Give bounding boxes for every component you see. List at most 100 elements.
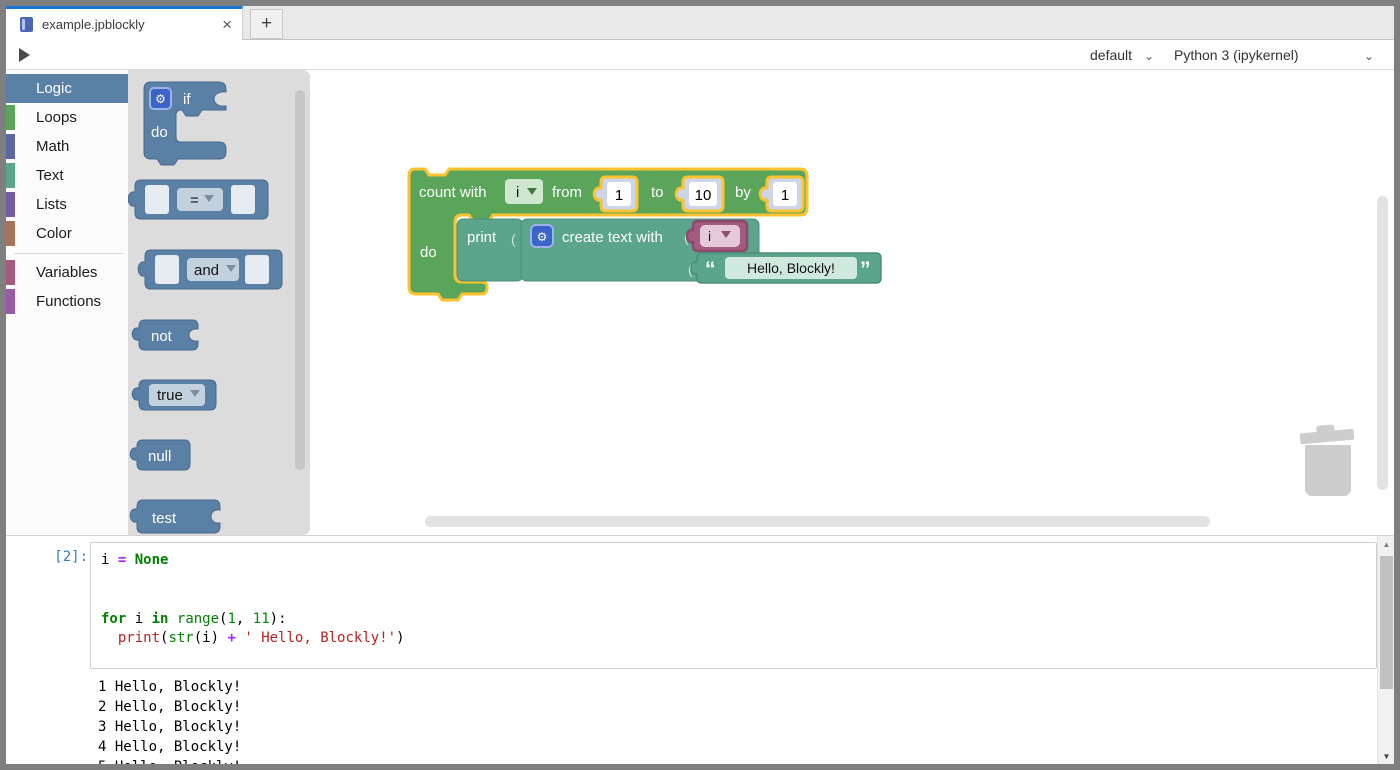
workspace-vscrollbar[interactable] <box>1377 196 1388 490</box>
operator-value: and <box>194 262 219 279</box>
tab-title: example.jpblockly <box>42 17 222 32</box>
category-color-chip <box>6 260 15 285</box>
toolbox-category-math[interactable]: Math <box>6 132 128 161</box>
blockly-flyout: ⚙ if do = and not true <box>128 70 310 535</box>
toolbox-category-lists[interactable]: Lists <box>6 190 128 219</box>
to-label: to <box>651 184 664 201</box>
close-icon[interactable]: × <box>222 16 232 33</box>
variable-i-block[interactable]: i <box>687 221 747 251</box>
toolbox-category-loops[interactable]: Loops <box>6 103 128 132</box>
value-socket <box>231 185 255 214</box>
panel-scrollbar[interactable]: ▲ ▼ <box>1377 536 1394 765</box>
blockly-file-icon <box>20 17 33 32</box>
trash-lid <box>1300 429 1355 445</box>
category-color-chip <box>6 105 15 130</box>
from-label: from <box>552 184 582 201</box>
trash-body <box>1305 445 1351 496</box>
count-with-label: count with <box>419 184 487 201</box>
and-block[interactable]: and <box>142 248 288 294</box>
variable-dropdown[interactable] <box>700 225 740 247</box>
test-block[interactable]: test <box>134 498 228 535</box>
text-string-block[interactable]: “ Hello, Blockly! ” <box>691 253 881 283</box>
toolbox-category-functions[interactable]: Functions <box>6 287 128 316</box>
output-line: 3 Hello, Blockly! <box>98 717 241 737</box>
tab-example-jpblockly[interactable]: example.jpblockly × <box>6 6 243 40</box>
tab-bar: example.jpblockly × + <box>6 6 1394 40</box>
svg-text:1: 1 <box>781 187 789 204</box>
output-line: 1 Hello, Blockly! <box>98 677 241 697</box>
toolbox-category-text[interactable]: Text <box>6 161 128 190</box>
output-line: 2 Hello, Blockly! <box>98 697 241 717</box>
chevron-down-icon[interactable]: ⌄ <box>1144 49 1154 63</box>
scrollbar-thumb[interactable] <box>1380 556 1393 689</box>
code-cell-input[interactable]: i = None for i in range(1, 11): print(st… <box>90 542 1377 669</box>
if-label: if <box>183 91 191 108</box>
value-socket <box>145 185 169 214</box>
print-label: print <box>467 229 497 246</box>
toolbox-separator <box>14 253 124 254</box>
toolbox-category-color[interactable]: Color <box>6 219 128 248</box>
test-label: test <box>152 510 177 527</box>
run-icon[interactable] <box>19 48 30 62</box>
do-label: do <box>151 124 168 141</box>
value-socket <box>245 255 269 284</box>
cell-panel: [2]: i = None for i in range(1, 11): pri… <box>6 535 1394 764</box>
category-color-chip <box>6 192 15 217</box>
workspace-program[interactable]: count with i from 1 to 10 by 1 do print … <box>405 165 895 307</box>
blockly-toolbox: Logic Loops Math Text Lists Color Variab… <box>6 70 128 535</box>
scroll-down-icon[interactable]: ▼ <box>1378 748 1395 765</box>
trash-can-icon[interactable] <box>1300 424 1356 496</box>
scroll-up-icon[interactable]: ▲ <box>1378 536 1395 553</box>
operator-value: = <box>190 192 199 209</box>
null-label: null <box>148 448 171 465</box>
mode-selector[interactable]: default <box>1090 47 1132 63</box>
svg-text:1: 1 <box>615 187 623 204</box>
category-color-chip <box>6 76 15 101</box>
code-line: print(str(i) + ' Hello, Blockly!') <box>101 629 1366 649</box>
number-block-from[interactable]: 1 <box>594 177 637 211</box>
execution-prompt: [2]: <box>36 549 88 565</box>
app-window: example.jpblockly × + default ⌄ Python 3… <box>0 0 1400 770</box>
code-line <box>101 590 1366 610</box>
kernel-chevron-down-icon[interactable]: ⌄ <box>1364 49 1374 63</box>
by-label: by <box>735 184 751 201</box>
new-tab-button[interactable]: + <box>250 9 283 39</box>
close-quote-icon: ” <box>860 258 871 281</box>
loop-variable-dropdown[interactable] <box>505 179 543 204</box>
number-block-to[interactable]: 10 <box>676 177 723 211</box>
category-color-chip <box>6 163 15 188</box>
notebook-toolbar: default ⌄ Python 3 (ipykernel) ⌄ <box>6 40 1394 70</box>
boolean-value: true <box>157 387 183 404</box>
workspace-hscrollbar[interactable] <box>425 516 1210 527</box>
svg-text:10: 10 <box>695 187 712 204</box>
output-line: 5 Hello, Blockly! <box>98 757 241 770</box>
operator-dropdown[interactable] <box>177 188 223 211</box>
flyout-scrollbar[interactable] <box>295 90 305 470</box>
compare-block[interactable]: = <box>132 178 274 224</box>
loop-variable-value: i <box>516 184 519 201</box>
category-color-chip <box>6 221 15 246</box>
toolbox-category-logic[interactable]: Logic <box>6 74 128 103</box>
gear-glyph: ⚙ <box>537 230 548 244</box>
do-label: do <box>420 244 437 261</box>
svg-text:Hello, Blockly!: Hello, Blockly! <box>747 260 835 276</box>
cell-output: 1 Hello, Blockly! 2 Hello, Blockly! 3 He… <box>98 677 241 770</box>
boolean-block[interactable]: true <box>136 378 222 416</box>
not-block[interactable]: not <box>136 318 206 356</box>
category-color-chip <box>6 289 15 314</box>
code-line <box>101 571 1366 591</box>
code-line: for i in range(1, 11): <box>101 610 1366 630</box>
not-label: not <box>151 328 173 345</box>
code-line: i = None <box>101 551 1366 571</box>
number-block-by[interactable]: 1 <box>760 177 803 211</box>
null-block[interactable]: null <box>134 438 196 476</box>
gear-glyph: ⚙ <box>155 92 166 106</box>
create-text-with-label: create text with <box>562 229 663 246</box>
if-do-block[interactable]: ⚙ if do <box>142 80 234 170</box>
value-socket <box>155 255 179 284</box>
output-line: 4 Hello, Blockly! <box>98 737 241 757</box>
category-color-chip <box>6 134 15 159</box>
toolbox-category-variables[interactable]: Variables <box>6 258 128 287</box>
kernel-name[interactable]: Python 3 (ipykernel) <box>1174 47 1299 63</box>
input-socket-mark: ( <box>511 231 516 247</box>
